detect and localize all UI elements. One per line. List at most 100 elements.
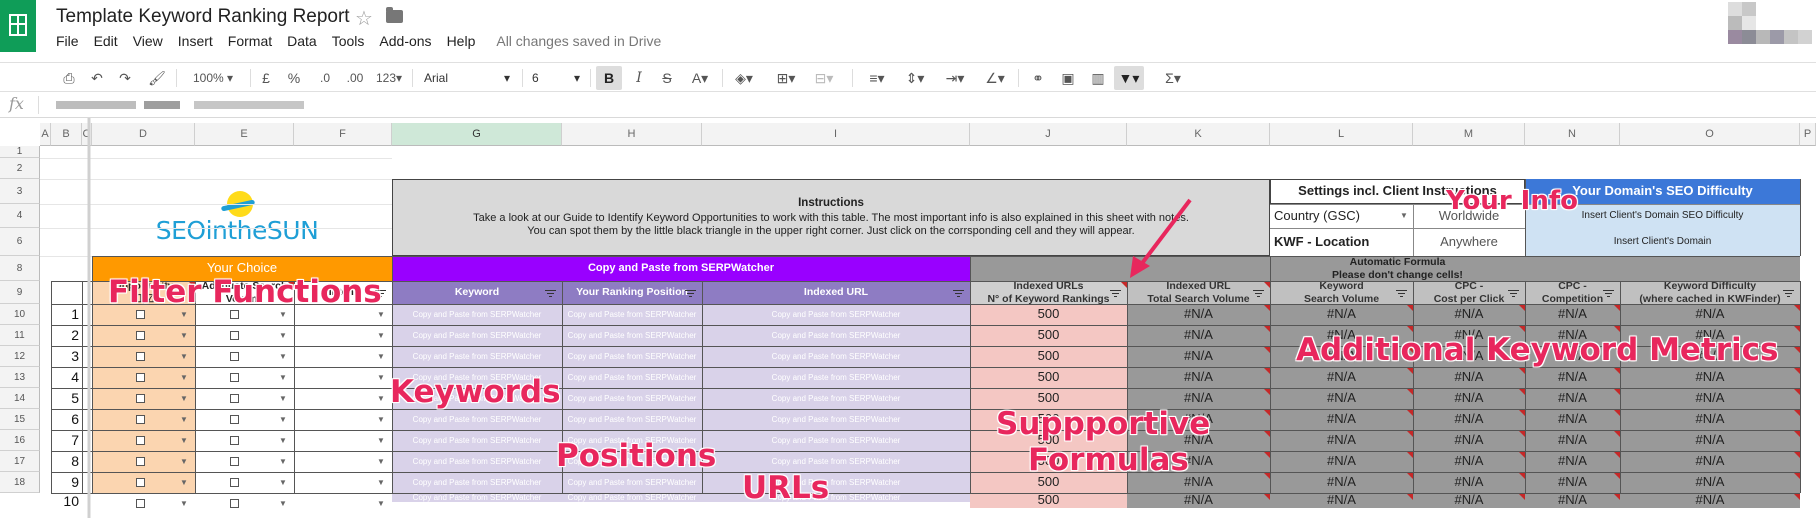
align-horizontal-icon[interactable]: ≡▾	[862, 63, 892, 93]
total-search-volume-cell[interactable]: #N/A	[1127, 325, 1270, 346]
keyword-difficulty-cell[interactable]: #N/A	[1620, 367, 1800, 388]
dropdown-arrow-icon[interactable]: ▼	[377, 352, 385, 361]
opportunity-checkbox[interactable]	[136, 310, 145, 319]
ranking-position-cell[interactable]: Copy and Paste from SERPWatcher	[562, 388, 702, 409]
keyword-cell[interactable]: Copy and Paste from SERPWatcher	[392, 493, 562, 503]
dropdown-arrow-icon[interactable]: ▼	[377, 415, 385, 424]
note-indicator[interactable]	[1793, 430, 1800, 437]
column-header-e[interactable]: E	[195, 123, 294, 146]
menu-edit[interactable]: Edit	[94, 33, 118, 49]
opportunity-checkbox[interactable]	[136, 478, 145, 487]
dropdown-arrow-icon[interactable]: ▼	[180, 352, 188, 361]
dropdown-arrow-icon[interactable]: ▼	[377, 478, 385, 487]
opportunity-checkbox[interactable]	[136, 415, 145, 424]
note-indicator[interactable]	[1263, 472, 1270, 479]
location-value[interactable]: Anywhere	[1413, 228, 1525, 256]
indexed-url-cell[interactable]: Copy and Paste from SERPWatcher	[702, 451, 970, 472]
dropdown-arrow-icon[interactable]: ▼	[377, 436, 385, 445]
keyword-cell[interactable]: Copy and Paste from SERPWatcher	[392, 451, 562, 472]
borders-icon[interactable]: ⊞▾	[772, 63, 800, 93]
total-search-volume-cell[interactable]: #N/A	[1127, 367, 1270, 388]
cpc-cell[interactable]: #N/A	[1413, 472, 1525, 493]
dropdown-arrow-icon[interactable]: ▼	[279, 457, 287, 466]
note-indicator[interactable]	[1793, 388, 1800, 395]
dropdown-arrow-icon[interactable]: ▼	[279, 436, 287, 445]
menu-data[interactable]: Data	[287, 33, 317, 49]
dropdown-arrow-icon[interactable]: ▼	[377, 373, 385, 382]
note-indicator[interactable]	[1793, 367, 1800, 374]
dropdown-arrow-icon[interactable]: ▼	[377, 457, 385, 466]
opportunity-checkbox[interactable]	[136, 499, 145, 508]
keyword-search-volume-cell[interactable]: #N/A	[1270, 367, 1413, 388]
adequate-volume-checkbox[interactable]	[230, 457, 239, 466]
note-indicator[interactable]	[1793, 472, 1800, 479]
increase-decimal-button[interactable]: .00	[344, 63, 366, 93]
column-header-g[interactable]: G	[392, 123, 562, 146]
bold-button[interactable]: B	[596, 66, 622, 90]
filter-icon[interactable]	[544, 289, 558, 299]
keyword-cell[interactable]: Copy and Paste from SERPWatcher	[392, 409, 562, 430]
row-header-6[interactable]: 6	[0, 228, 40, 256]
row-header-11[interactable]: 11	[0, 325, 40, 346]
note-indicator[interactable]	[1120, 281, 1127, 288]
font-size-select[interactable]: 6 ▾	[532, 63, 584, 93]
keyword-search-volume-cell[interactable]: #N/A	[1270, 493, 1413, 508]
keyword-difficulty-cell[interactable]: #N/A	[1620, 472, 1800, 493]
note-indicator[interactable]	[1793, 304, 1800, 311]
row-header-15[interactable]: 15	[0, 409, 40, 430]
adequate-volume-checkbox[interactable]	[230, 499, 239, 508]
column-header-b[interactable]: B	[51, 123, 82, 146]
keyword-search-volume-cell[interactable]: #N/A	[1270, 388, 1413, 409]
column-header-j[interactable]: J	[970, 123, 1127, 146]
note-indicator[interactable]	[1406, 472, 1413, 479]
percent-button[interactable]: %	[286, 63, 302, 93]
filter-icon[interactable]	[1252, 289, 1266, 299]
indexed-urls-count-cell[interactable]: 500	[970, 367, 1127, 388]
note-indicator[interactable]	[1613, 304, 1620, 311]
column-header-o[interactable]: O	[1620, 123, 1800, 146]
opportunity-checkbox[interactable]	[136, 373, 145, 382]
cpc-competition-cell[interactable]: #N/A	[1525, 304, 1620, 325]
note-indicator[interactable]	[1518, 472, 1525, 479]
filter-icon[interactable]	[1395, 289, 1409, 299]
column-header-d[interactable]: D	[92, 123, 195, 146]
note-indicator[interactable]	[1793, 325, 1800, 332]
row-header-12[interactable]: 12	[0, 346, 40, 367]
note-indicator[interactable]	[1518, 409, 1525, 416]
indexed-url-cell[interactable]: Copy and Paste from SERPWatcher	[702, 346, 970, 367]
dropdown-arrow-icon[interactable]: ▼	[279, 394, 287, 403]
keyword-cell[interactable]: Copy and Paste from SERPWatcher	[392, 472, 562, 493]
note-indicator[interactable]	[1406, 451, 1413, 458]
note-indicator[interactable]	[1263, 367, 1270, 374]
dropdown-arrow-icon[interactable]: ▼	[279, 352, 287, 361]
dropdown-arrow-icon[interactable]: ▼	[180, 373, 188, 382]
adequate-volume-checkbox[interactable]	[230, 478, 239, 487]
formula-input[interactable]	[44, 92, 1804, 118]
note-indicator[interactable]	[1793, 493, 1800, 500]
cpc-cell[interactable]: #N/A	[1413, 430, 1525, 451]
dropdown-arrow-icon[interactable]: ▼	[180, 310, 188, 319]
text-color-button[interactable]: A▾	[686, 63, 714, 93]
column-header-i[interactable]: I	[702, 123, 970, 146]
menu-help[interactable]: Help	[447, 33, 476, 49]
note-indicator[interactable]	[1263, 409, 1270, 416]
insert-link-icon[interactable]: ⚭	[1026, 63, 1050, 93]
opportunity-checkbox[interactable]	[136, 436, 145, 445]
filter-icon[interactable]	[684, 289, 698, 299]
column-header-l[interactable]: L	[1270, 123, 1413, 146]
column-header-f[interactable]: F	[294, 123, 392, 146]
note-indicator[interactable]	[1263, 493, 1270, 500]
note-indicator[interactable]	[1613, 409, 1620, 416]
keyword-cell[interactable]: Copy and Paste from SERPWatcher	[392, 430, 562, 451]
note-indicator[interactable]	[1406, 388, 1413, 395]
note-indicator[interactable]	[1613, 493, 1620, 500]
more-formats-button[interactable]: 123▾	[372, 63, 406, 93]
note-indicator[interactable]	[1793, 451, 1800, 458]
keyword-search-volume-cell[interactable]: #N/A	[1270, 430, 1413, 451]
adequate-volume-checkbox[interactable]	[230, 394, 239, 403]
row-header-17[interactable]: 17	[0, 451, 40, 472]
text-wrap-icon[interactable]: ⇥▾	[940, 63, 970, 93]
print-icon[interactable]: ⎙	[58, 63, 80, 93]
indexed-urls-count-cell[interactable]: 500	[970, 304, 1127, 325]
indexed-url-cell[interactable]: Copy and Paste from SERPWatcher	[702, 325, 970, 346]
